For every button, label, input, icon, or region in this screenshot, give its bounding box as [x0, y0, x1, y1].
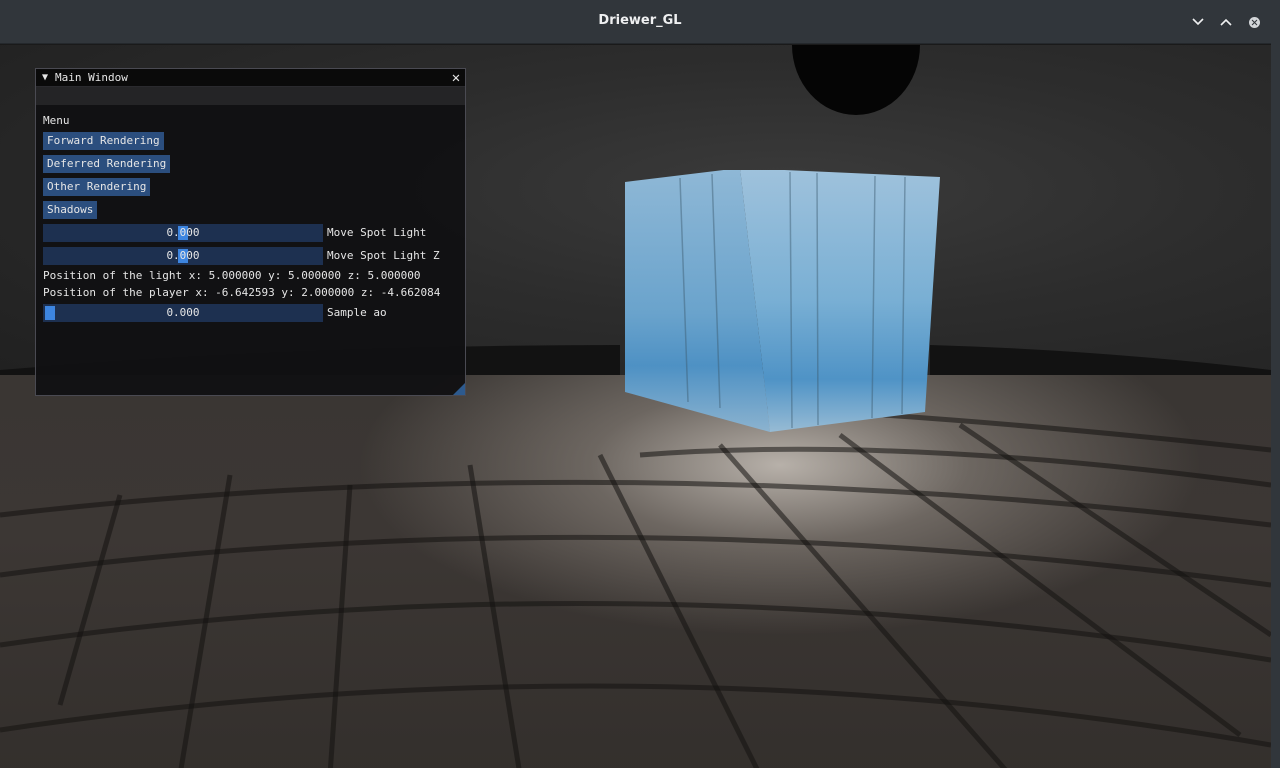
- spot-light-z-slider-label: Move Spot Light Z: [327, 249, 440, 262]
- spot-light-z-slider[interactable]: 0.000: [43, 247, 323, 265]
- sample-ao-slider[interactable]: 0.000: [43, 304, 323, 322]
- collapse-triangle-icon[interactable]: ▼: [42, 72, 48, 83]
- imgui-title-bar[interactable]: ▼ Main Window ✕: [36, 69, 465, 87]
- imgui-window-title: Main Window: [55, 71, 128, 84]
- spot-light-slider-label: Move Spot Light: [327, 226, 427, 239]
- window-right-border: [1271, 0, 1280, 768]
- menu-section-label: Menu: [43, 114, 70, 127]
- window-titlebar[interactable]: Driewer_GL: [0, 0, 1280, 44]
- minimize-button[interactable]: [1188, 12, 1208, 32]
- slider-value: 0.000: [166, 249, 200, 262]
- textured-cube: [625, 170, 940, 432]
- sample-ao-slider-label: Sample ao: [327, 306, 387, 319]
- light-position-text: Position of the light x: 5.000000 y: 5.0…: [43, 269, 421, 282]
- deferred-rendering-button[interactable]: Deferred Rendering: [43, 155, 171, 173]
- slider-value: 0.000: [166, 226, 200, 239]
- slider-value: 0.000: [166, 306, 200, 319]
- spot-light-slider[interactable]: 0.000: [43, 224, 323, 242]
- chevron-up-icon: [1220, 18, 1232, 26]
- close-button[interactable]: [1244, 12, 1264, 32]
- window-title: Driewer_GL: [598, 13, 682, 28]
- close-icon: [1248, 16, 1260, 28]
- imgui-close-icon[interactable]: ✕: [447, 69, 465, 87]
- imgui-menu-bar[interactable]: [36, 87, 465, 105]
- resize-grip[interactable]: [453, 383, 465, 395]
- other-rendering-button[interactable]: Other Rendering: [43, 178, 151, 196]
- player-position-text: Position of the player x: -6.642593 y: 2…: [43, 286, 441, 299]
- shadows-button[interactable]: Shadows: [43, 201, 98, 219]
- forward-rendering-button[interactable]: Forward Rendering: [43, 132, 164, 150]
- imgui-main-window[interactable]: ▼ Main Window ✕ Menu Forward Rendering D…: [35, 68, 466, 396]
- maximize-button[interactable]: [1216, 12, 1236, 32]
- chevron-down-icon: [1192, 18, 1204, 26]
